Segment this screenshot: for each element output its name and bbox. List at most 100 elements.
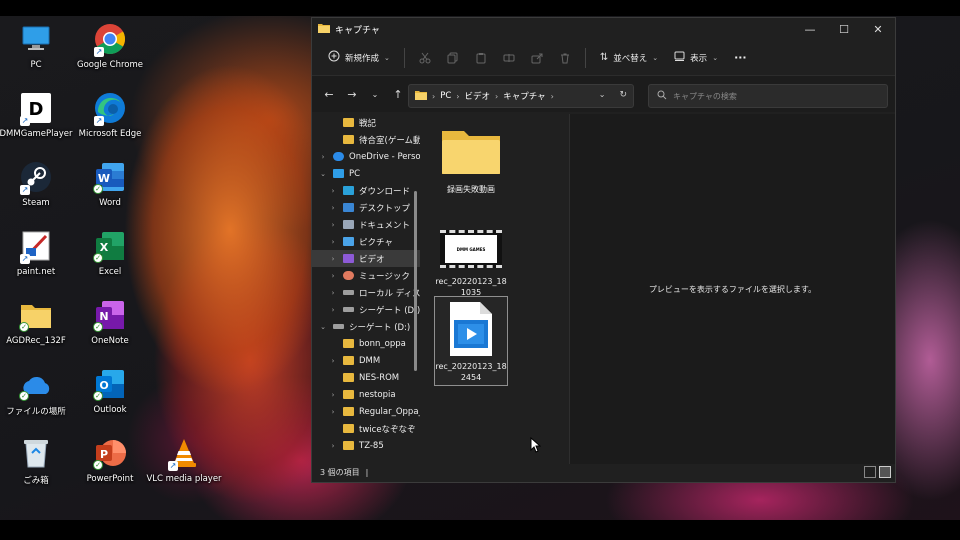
status-bar: 3 個の項目 |: [312, 462, 895, 482]
breadcrumb-capture[interactable]: キャプチャ: [503, 90, 545, 102]
chevron-right-icon[interactable]: ›: [328, 391, 338, 399]
item-count: 3 個の項目: [320, 467, 360, 477]
forward-button[interactable]: →: [341, 83, 363, 105]
file-item-folder[interactable]: 録画失敗動画: [434, 124, 508, 195]
nav-item[interactable]: › ピクチャ: [312, 233, 420, 250]
folder-icon: [318, 23, 330, 36]
nav-item[interactable]: › nestopia: [312, 386, 420, 403]
nav-item[interactable]: twiceなぞなぞ: [312, 420, 420, 437]
bottom-letterbox: [0, 520, 960, 540]
chevron-right-icon[interactable]: ›: [328, 221, 338, 229]
nav-item[interactable]: › デスクトップ: [312, 199, 420, 216]
desktop-icon-powerpoint[interactable]: P ✓ PowerPoint: [72, 436, 148, 484]
svg-text:W: W: [98, 172, 110, 185]
desktop-icon-steam[interactable]: ↗ Steam: [0, 160, 74, 208]
desktop-icon-pc[interactable]: PC: [0, 22, 74, 70]
breadcrumb-video[interactable]: ビデオ: [464, 90, 490, 102]
nav-item[interactable]: › DMM: [312, 352, 420, 369]
nav-item[interactable]: 戦記: [312, 114, 420, 131]
details-view-toggle[interactable]: [864, 466, 876, 478]
new-button[interactable]: 新規作成 ⌄: [320, 46, 398, 70]
nav-item[interactable]: › ミュージック: [312, 267, 420, 284]
breadcrumb-chevron-icon: ›: [432, 91, 436, 101]
large-icons-view-toggle[interactable]: [879, 466, 891, 478]
desktop-icon-edge[interactable]: ↗ Microsoft Edge: [72, 91, 148, 139]
desktop-icon-outlook[interactable]: O ✓ Outlook: [72, 367, 148, 415]
chevron-right-icon[interactable]: ›: [328, 272, 338, 280]
address-dropdown-icon[interactable]: ⌄: [599, 90, 606, 100]
navigation-pane-scrollbar[interactable]: [414, 191, 417, 371]
breadcrumb-pc[interactable]: PC: [440, 91, 451, 101]
sort-button[interactable]: ⇅ 並べ替え ⌄: [592, 46, 666, 70]
chevron-right-icon[interactable]: ›: [318, 153, 328, 161]
nav-item[interactable]: › シーゲート (D:): [312, 301, 420, 318]
view-button[interactable]: 表示 ⌄: [666, 46, 726, 70]
nav-item[interactable]: ⌄ シーゲート (D:): [312, 318, 420, 335]
desktop-icon-agdrec[interactable]: ✓ AGDRec_132F: [0, 298, 74, 346]
chevron-right-icon[interactable]: ›: [328, 187, 338, 195]
chevron-right-icon[interactable]: ›: [328, 204, 338, 212]
recent-locations-button[interactable]: ⌄: [364, 83, 386, 105]
nav-item[interactable]: › ドキュメント: [312, 216, 420, 233]
back-button[interactable]: ←: [318, 83, 340, 105]
chevron-right-icon[interactable]: ›: [328, 255, 338, 263]
nav-item[interactable]: › ローカル ディスク (C: [312, 284, 420, 301]
nav-item[interactable]: › Regular_Oppa_V: [312, 403, 420, 420]
chevron-right-icon[interactable]: ›: [328, 289, 338, 297]
file-explorer-window[interactable]: キャプチャ — ☐ ✕ 新規作成 ⌄ ⇅ 並べ替え ⌄ 表示 ⌄ ··· ← →…: [311, 17, 896, 483]
maximize-button[interactable]: ☐: [827, 18, 861, 40]
chevron-right-icon[interactable]: ›: [328, 306, 338, 314]
close-button[interactable]: ✕: [861, 18, 895, 40]
chevron-down-icon: ⌄: [652, 53, 659, 62]
chevron-down-icon[interactable]: ⌄: [318, 323, 328, 331]
nav-item-label: ミュージック: [359, 271, 410, 282]
copy-icon[interactable]: [439, 52, 467, 64]
desktop-icon-excel[interactable]: X ✓ Excel: [72, 229, 148, 277]
chevron-down-icon: ⌄: [384, 53, 390, 62]
chevron-right-icon[interactable]: ›: [328, 442, 338, 450]
nav-item[interactable]: NES-ROM: [312, 369, 420, 386]
nav-item[interactable]: ⌄ PC: [312, 165, 420, 182]
nav-item[interactable]: 待合室(ゲーム動画: [312, 131, 420, 148]
desktop-icon-dmm[interactable]: D ↗ DMMGamePlayer: [0, 91, 74, 139]
nav-item[interactable]: › ビデオ: [312, 250, 420, 267]
address-bar[interactable]: › PC › ビデオ › キャプチャ › ⌄ ↻: [408, 84, 634, 108]
up-button[interactable]: ↑: [387, 83, 409, 105]
document-icon: [343, 220, 354, 229]
desktop-icon-word[interactable]: W ✓ Word: [72, 160, 148, 208]
file-item-video[interactable]: DMM GAMES rec_20220123_181035: [434, 228, 508, 298]
folder-icon: ✓: [19, 298, 53, 332]
chevron-down-icon[interactable]: ⌄: [318, 170, 328, 178]
desktop-icon-onedrive[interactable]: ✓ ファイルの場所: [0, 367, 74, 417]
search-box[interactable]: キャプチャの検索: [648, 84, 888, 108]
disk-icon: [333, 324, 344, 329]
chevron-right-icon[interactable]: ›: [328, 238, 338, 246]
share-icon[interactable]: [523, 52, 551, 64]
file-item-video-selected[interactable]: rec_20220123_182454: [434, 296, 508, 386]
folder-icon: [343, 339, 354, 348]
see-more-button[interactable]: ···: [726, 46, 755, 70]
delete-icon[interactable]: [551, 52, 579, 64]
minimize-button[interactable]: —: [793, 18, 827, 40]
rename-icon[interactable]: [495, 52, 523, 64]
desktop-icon-vlc[interactable]: ↗ VLC media player: [146, 436, 222, 484]
refresh-icon[interactable]: ↻: [619, 90, 627, 100]
desktop-icon-chrome[interactable]: ↗ Google Chrome: [72, 22, 148, 70]
nav-item-label: bonn_oppa: [359, 338, 406, 349]
nav-item[interactable]: bonn_oppa: [312, 335, 420, 352]
paste-icon[interactable]: [467, 52, 495, 64]
file-name: rec_20220123_182454: [435, 362, 507, 382]
nav-item[interactable]: › TZ-85: [312, 437, 420, 454]
chevron-right-icon[interactable]: ›: [328, 408, 338, 416]
nav-item[interactable]: › OneDrive - Person: [312, 148, 420, 165]
nav-item[interactable]: › ダウンロード: [312, 182, 420, 199]
cut-icon[interactable]: [411, 52, 439, 64]
folder-icon: [343, 373, 354, 382]
recycle-bin-icon: [19, 436, 53, 470]
desktop-icon-onenote[interactable]: N ✓ OneNote: [72, 298, 148, 346]
video-icon: [343, 254, 354, 263]
desktop-icon-recycle-bin[interactable]: ごみ箱: [0, 436, 74, 486]
desktop-icon-paintnet[interactable]: ↗ paint.net: [0, 229, 74, 277]
title-bar[interactable]: キャプチャ — ☐ ✕: [312, 18, 895, 40]
chevron-right-icon[interactable]: ›: [328, 357, 338, 365]
